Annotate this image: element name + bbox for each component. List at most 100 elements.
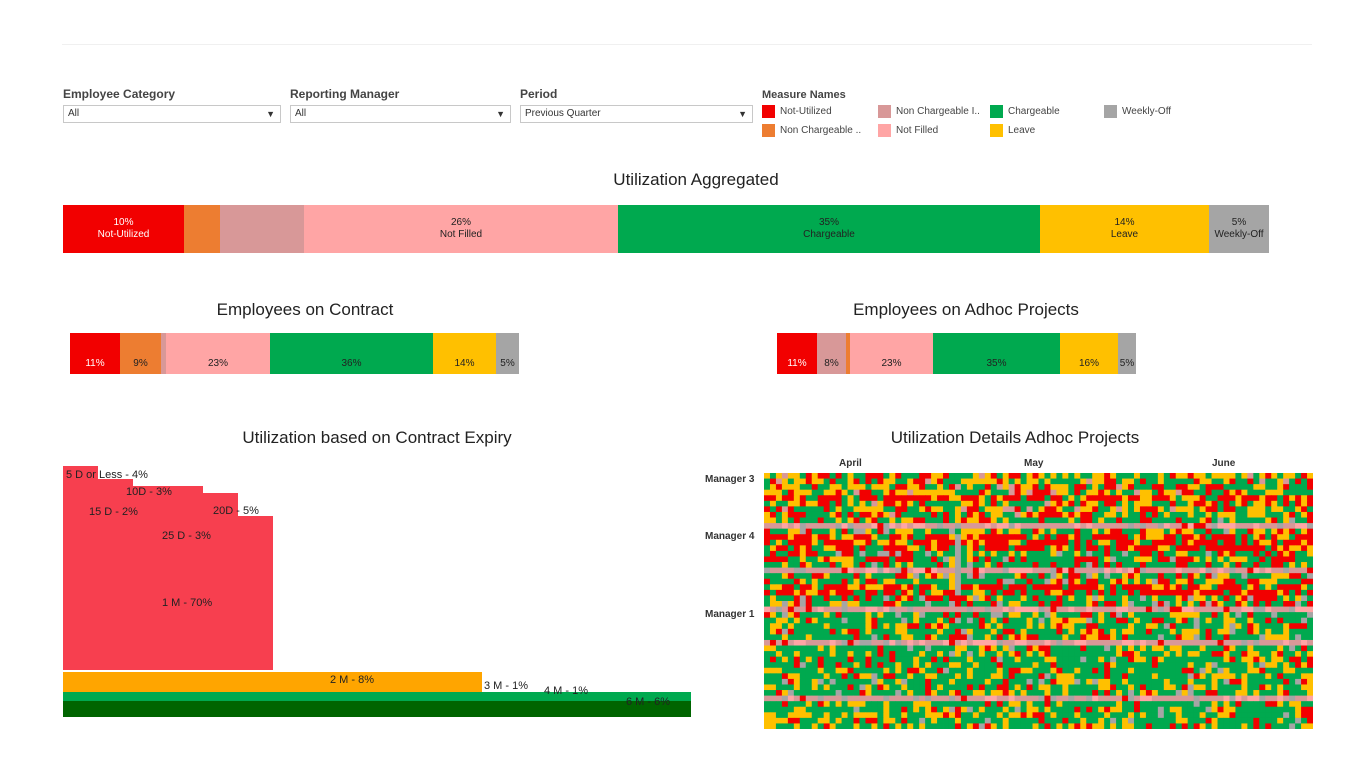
heatmap-cell <box>913 539 920 546</box>
legend-item[interactable]: Not Filled <box>878 124 938 137</box>
heatmap-cell <box>1259 639 1266 646</box>
filter-reporting-manager[interactable]: Reporting Manager All ▼ <box>290 87 511 123</box>
heatmap-cell <box>1068 712 1075 719</box>
heatmap-cell <box>1128 506 1135 513</box>
heatmap-cell <box>889 673 896 680</box>
heatmap-cell <box>799 667 807 674</box>
heatmap-cell <box>1008 601 1016 607</box>
heatmap-cell <box>1008 662 1016 669</box>
heatmap-cell <box>1229 667 1236 674</box>
heatmap-cell <box>847 706 854 713</box>
heatmap-cell <box>805 656 813 663</box>
heatmap-cell <box>1074 612 1081 619</box>
heatmap-cell <box>1235 500 1242 507</box>
heatmap-cell <box>984 601 992 607</box>
heatmap-cell <box>799 662 807 669</box>
heatmap-cell <box>1086 567 1093 574</box>
heatmap-cell <box>811 667 819 674</box>
heatmap-cell <box>1289 662 1296 669</box>
heatmap-cell <box>1157 511 1165 518</box>
heatmap-cell <box>1032 612 1039 619</box>
heatmap-cell <box>1199 684 1206 691</box>
heatmap-cell <box>817 617 825 624</box>
heatmap-cell <box>817 601 825 607</box>
heatmap-cell <box>978 606 986 613</box>
heatmap-cell <box>972 478 980 485</box>
heatmap-cell <box>841 639 848 646</box>
legend-item[interactable]: Non Chargeable .. <box>762 124 861 137</box>
heatmap-cell <box>1074 667 1081 674</box>
legend-item[interactable]: Leave <box>990 124 1035 137</box>
employee-category-select[interactable]: All ▼ <box>63 105 281 123</box>
heatmap-cell <box>966 478 974 485</box>
heatmap-cell <box>1080 478 1087 485</box>
legend-swatch <box>878 105 891 118</box>
heatmap-cell <box>1104 601 1111 607</box>
heatmap-cell <box>835 623 842 630</box>
heatmap-cell <box>954 712 962 719</box>
heatmap-cell <box>817 489 825 496</box>
heatmap-cell <box>1175 506 1183 513</box>
legend-item[interactable]: Non Chargeable I.. <box>878 105 980 118</box>
heatmap-cell <box>847 606 854 613</box>
heatmap-cell <box>823 528 831 535</box>
legend-item[interactable]: Not-Utilized <box>762 105 832 118</box>
heatmap-cell <box>1199 690 1206 697</box>
heatmap-cell <box>1068 489 1075 496</box>
heatmap-cell <box>966 550 974 557</box>
heatmap-cell <box>1169 573 1177 580</box>
heatmap-cell <box>1187 639 1195 646</box>
heatmap-cell <box>901 684 908 691</box>
heatmap-cell <box>1110 556 1117 563</box>
heatmap-cell <box>883 562 890 569</box>
heatmap-cell <box>901 690 908 697</box>
heatmap-cell <box>1014 717 1021 724</box>
heatmap-cell <box>1128 673 1135 680</box>
heatmap-cell <box>972 695 980 702</box>
heatmap-cell <box>984 667 992 674</box>
heatmap-cell <box>1026 695 1033 702</box>
period-select[interactable]: Previous Quarter ▼ <box>520 105 753 123</box>
heatmap-cell <box>978 489 986 496</box>
heatmap-cell <box>1199 701 1206 708</box>
heatmap-cell <box>1122 478 1129 485</box>
heatmap-cell <box>937 589 944 596</box>
dropdown-arrow-icon[interactable]: ▼ <box>738 106 747 122</box>
filter-period[interactable]: Period Previous Quarter ▼ <box>520 87 753 123</box>
heatmap-cell <box>799 556 807 563</box>
heatmap-cell <box>1211 550 1218 557</box>
heatmap-cell <box>960 478 968 485</box>
heatmap-cell <box>1008 523 1016 530</box>
heatmap-cell <box>1289 667 1296 674</box>
heatmap-cell <box>1098 712 1105 719</box>
heatmap-cell <box>829 517 837 524</box>
heatmap-cell <box>811 723 819 729</box>
heatmap-cell <box>1020 584 1027 591</box>
heatmap-cell <box>841 645 848 652</box>
heatmap-cell <box>1193 606 1201 613</box>
heatmap-cell <box>954 723 962 729</box>
heatmap-cell <box>1181 528 1189 535</box>
heatmap-cell <box>996 595 1004 602</box>
dropdown-arrow-icon[interactable]: ▼ <box>266 106 275 122</box>
heatmap-cell <box>1307 645 1313 652</box>
heatmap-cell <box>1038 628 1045 635</box>
heatmap-cell <box>1211 567 1218 574</box>
heatmap-cell <box>877 706 884 713</box>
heatmap-cell <box>960 656 968 663</box>
dropdown-arrow-icon[interactable]: ▼ <box>496 106 505 122</box>
heatmap-cell <box>901 623 908 630</box>
heatmap-cell <box>1056 495 1063 502</box>
heatmap-cell <box>931 589 938 596</box>
heatmap-cell <box>817 695 825 702</box>
heatmap-cell <box>1241 656 1248 663</box>
heatmap-cell <box>1032 539 1039 546</box>
legend-item[interactable]: Weekly-Off <box>1104 105 1171 118</box>
filter-employee-category[interactable]: Employee Category All ▼ <box>63 87 281 123</box>
heatmap-cell <box>1253 567 1260 574</box>
heatmap-cell <box>889 500 896 507</box>
heatmap-cell <box>793 500 801 507</box>
heatmap-cell <box>799 684 807 691</box>
reporting-manager-select[interactable]: All ▼ <box>290 105 511 123</box>
legend-item[interactable]: Chargeable <box>990 105 1060 118</box>
